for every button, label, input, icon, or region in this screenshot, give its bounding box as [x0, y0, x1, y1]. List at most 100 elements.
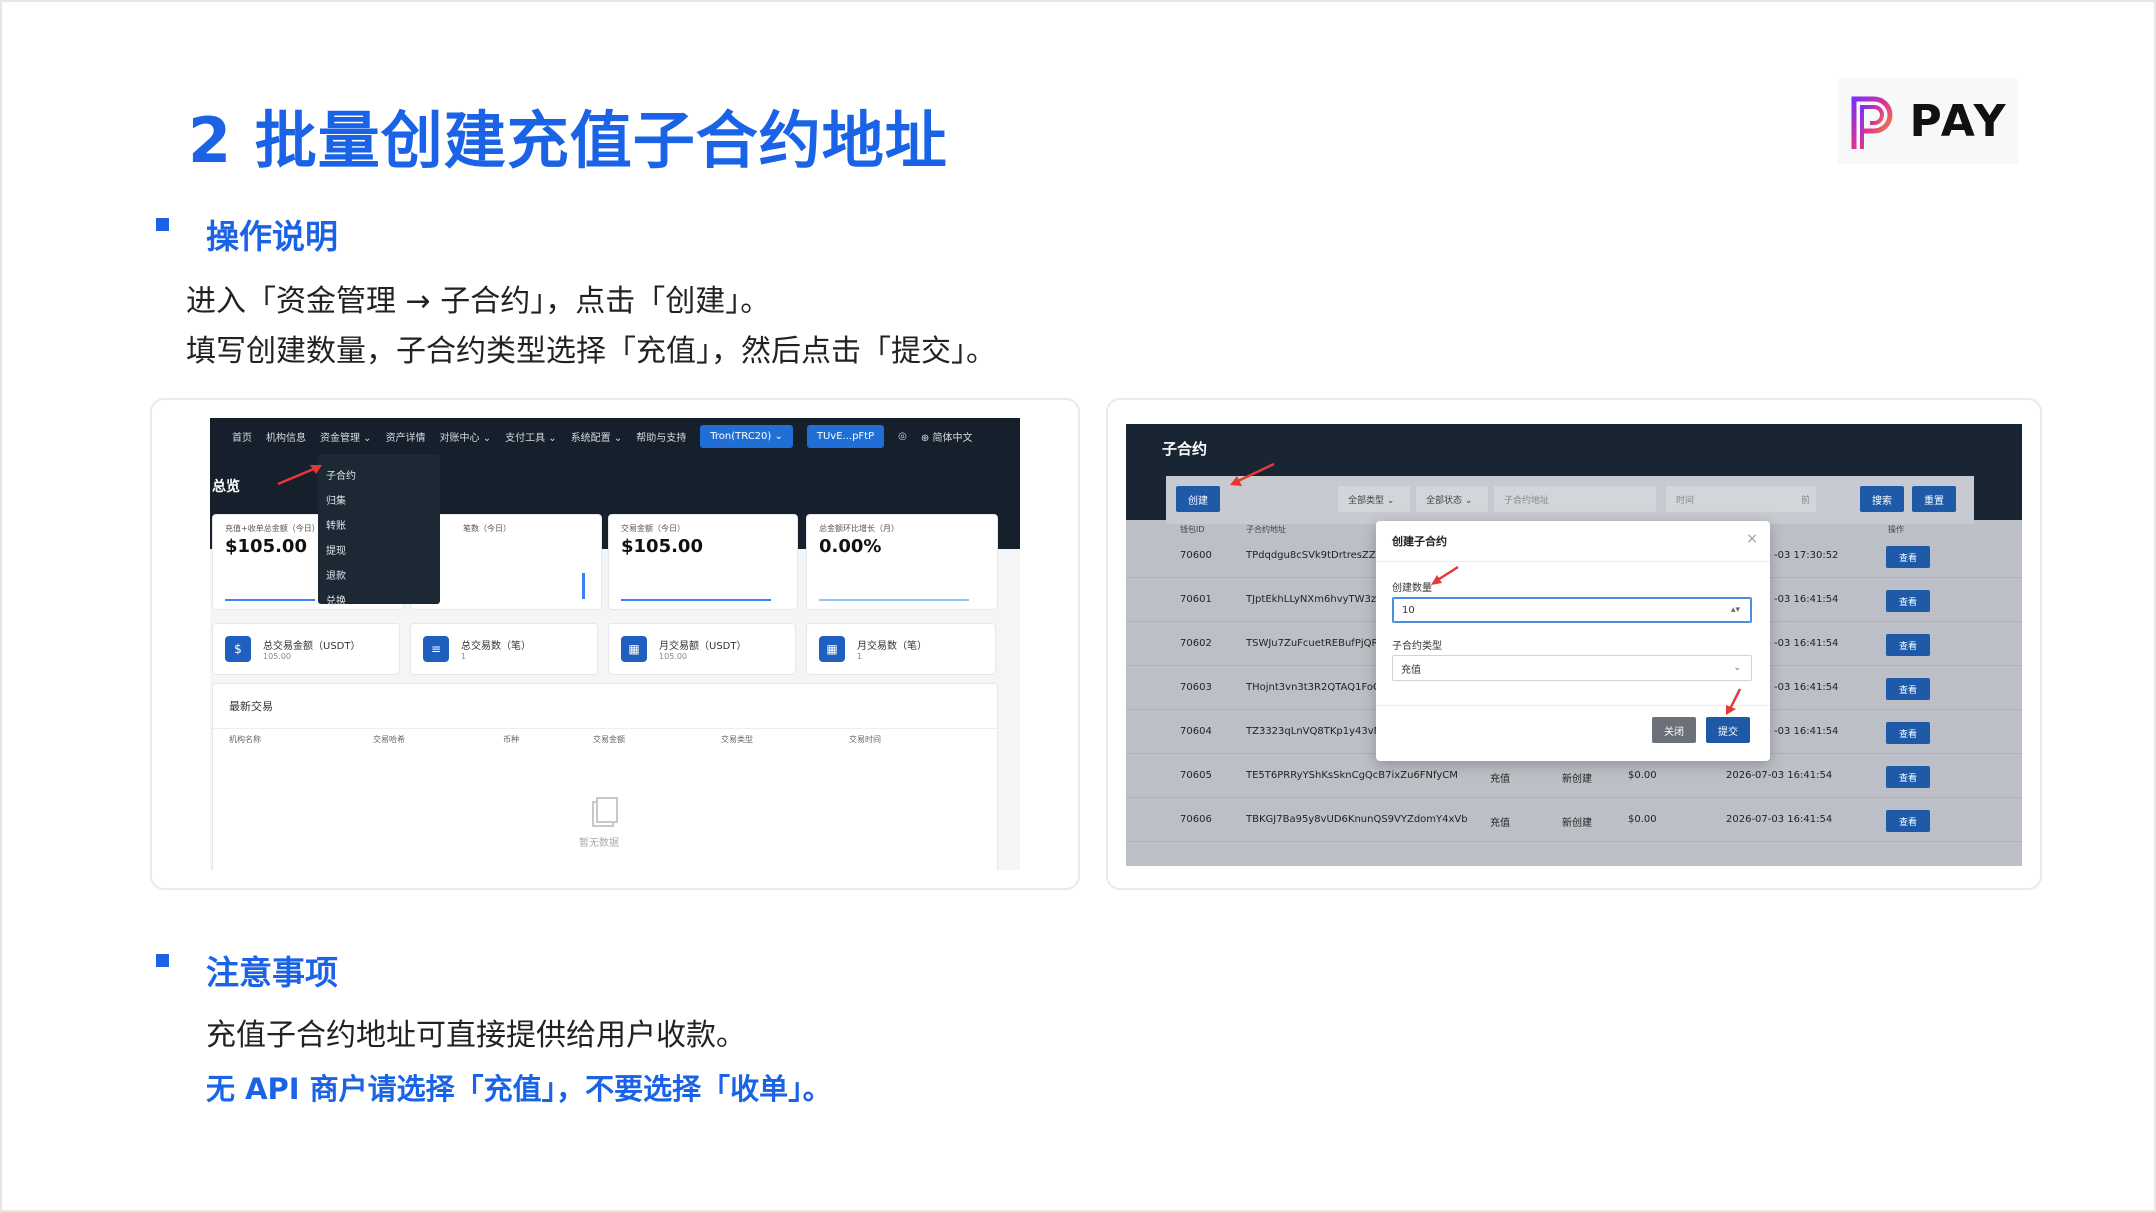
row-type: 充值	[1490, 818, 1510, 829]
col-org: 机构名称	[229, 735, 261, 744]
divider	[1376, 705, 1770, 706]
menu-item-withdraw[interactable]: 提现	[318, 537, 440, 562]
type-filter[interactable]: 全部类型 ⌄	[1338, 486, 1410, 512]
calendar-icon: ▦	[621, 636, 647, 662]
close-icon[interactable]: ×	[1746, 531, 1758, 547]
nav-funds[interactable]: 资金管理 ⌄	[320, 429, 372, 444]
nav-reconcile[interactable]: 对账中心 ⌄	[440, 429, 492, 444]
stat-value: 105.00	[263, 652, 291, 661]
empty-box-icon	[592, 797, 618, 827]
quantity-stepper[interactable]: 10 ▴▾	[1392, 597, 1752, 623]
view-button[interactable]: 查看	[1886, 546, 1930, 568]
row-id: 70605	[1180, 770, 1212, 781]
col-time: 交易时间	[849, 735, 881, 744]
cancel-button[interactable]: 关闭	[1652, 717, 1696, 743]
funds-dropdown: 子合约 归集 转账 提现 退款 兑换	[318, 454, 440, 607]
view-button[interactable]: 查看	[1886, 766, 1930, 788]
col-currency: 币种	[503, 735, 519, 744]
menu-item-refund[interactable]: 退款	[318, 562, 440, 587]
kpi-value: 0.00%	[819, 536, 882, 557]
address-input[interactable]: 子合约地址	[1494, 486, 1656, 512]
view-button[interactable]: 查看	[1886, 678, 1930, 700]
status-filter[interactable]: 全部状态 ⌄	[1416, 486, 1488, 512]
row-time: -03 16:41:54	[1774, 594, 1839, 605]
row-id: 70602	[1180, 638, 1212, 649]
table-row: 70606 TBKGJ7Ba95y8vUD6KnunQS9VYZdomY4xVb…	[1126, 798, 2022, 842]
stack-icon: ≡	[423, 636, 449, 662]
submit-button[interactable]: 提交	[1706, 717, 1750, 743]
row-amount: $0.00	[1628, 814, 1657, 825]
sparkline	[819, 599, 969, 601]
view-button[interactable]: 查看	[1886, 590, 1930, 612]
col-amount: 交易金额	[593, 735, 625, 744]
calendar-check-icon: ▦	[819, 636, 845, 662]
chevron-down-icon: ⌄	[1733, 663, 1741, 673]
page-title: 2 批量创建充值子合约地址	[188, 104, 948, 177]
nav-home[interactable]: 首页	[232, 429, 252, 444]
row-address: TSWJu7ZuFcuetREBufPjQR	[1246, 638, 1379, 649]
section2-heading: 注意事项	[206, 953, 338, 992]
language-label: 简体中文	[932, 432, 973, 444]
row-time: -03 16:41:54	[1774, 638, 1839, 649]
section1-bullet	[156, 218, 169, 231]
row-time: -03 16:41:54	[1774, 726, 1839, 737]
row-id: 70601	[1180, 594, 1212, 605]
nav-system[interactable]: 系统配置 ⌄	[571, 429, 623, 444]
row-time: -03 16:41:54	[1774, 682, 1839, 693]
globe-icon: ⊕	[920, 432, 930, 444]
top-nav: 首页 机构信息 资金管理 ⌄ 资产详情 对账中心 ⌄ 支付工具 ⌄ 系统配置 ⌄…	[210, 418, 1020, 454]
view-button[interactable]: 查看	[1886, 634, 1930, 656]
stat-card-1: $ 总交易金额（USDT） 105.00	[212, 623, 400, 675]
logo-text: PAY	[1909, 95, 2009, 147]
kpi-card-4: 总金额环比增长（月） 0.00%	[806, 514, 998, 610]
menu-item-subcontract[interactable]: 子合约	[318, 462, 440, 487]
view-button[interactable]: 查看	[1886, 722, 1930, 744]
modal-title: 创建子合约	[1392, 535, 1447, 548]
stat-value: 105.00	[659, 652, 687, 661]
row-address: TBKGJ7Ba95y8vUD6KnunQS9VYZdomY4xVb	[1246, 814, 1468, 825]
quantity-label: 创建数量	[1392, 583, 1432, 594]
menu-item-transfer[interactable]: 转账	[318, 512, 440, 537]
section1-line-1: 进入「资金管理 → 子合约」，点击「创建」。	[186, 284, 771, 319]
row-time: 2026-07-03 16:41:54	[1726, 814, 1833, 825]
nav-assets[interactable]: 资产详情	[386, 429, 426, 444]
wallet-button[interactable]: TUvE...pFtP	[806, 424, 885, 448]
red-arrow-icon	[1230, 462, 1275, 486]
time-input[interactable]: 时间 前	[1666, 486, 1816, 512]
type-select[interactable]: 充值 ⌄	[1392, 655, 1752, 681]
menu-item-collect[interactable]: 归集	[318, 487, 440, 512]
stat-card-3: ▦ 月交易额（USDT） 105.00	[608, 623, 796, 675]
nav-org-info[interactable]: 机构信息	[266, 429, 306, 444]
row-status: 新创建	[1562, 818, 1592, 829]
language-switch[interactable]: ⊕ 简体中文	[921, 429, 973, 444]
divider	[213, 728, 997, 729]
pay-logo: PAY	[1838, 78, 2018, 164]
stat-value: 1	[857, 652, 863, 661]
user-icon[interactable]: ◎	[898, 431, 907, 442]
type-label: 子合约类型	[1392, 641, 1442, 652]
row-status: 新创建	[1562, 774, 1592, 785]
reset-button[interactable]: 重置	[1912, 486, 1956, 512]
divider	[1376, 561, 1770, 562]
quantity-value: 10	[1402, 604, 1415, 616]
view-button[interactable]: 查看	[1886, 810, 1930, 832]
row-type: 充值	[1490, 774, 1510, 785]
row-id: 70604	[1180, 726, 1212, 737]
col-hash: 交易哈希	[373, 735, 405, 744]
recent-title: 最新交易	[229, 700, 273, 713]
stat-value: 1	[461, 652, 467, 661]
section2-bullet	[156, 954, 169, 967]
stepper-arrows-icon[interactable]: ▴▾	[1731, 605, 1740, 615]
stat-label: 总交易数（笔）	[461, 641, 531, 652]
red-arrow-icon	[1431, 565, 1459, 585]
menu-item-exchange[interactable]: 兑换	[318, 587, 440, 612]
nav-pay-tools[interactable]: 支付工具 ⌄	[505, 429, 557, 444]
network-button[interactable]: Tron(TRC20) ⌄	[700, 424, 793, 448]
dashboard-screenshot: 首页 机构信息 资金管理 ⌄ 资产详情 对账中心 ⌄ 支付工具 ⌄ 系统配置 ⌄…	[210, 418, 1020, 870]
sparkline	[582, 573, 585, 599]
kpi-label: 总金额环比增长（月）	[819, 524, 899, 533]
search-button[interactable]: 搜索	[1860, 486, 1904, 512]
create-button[interactable]: 创建	[1176, 486, 1220, 512]
nav-help[interactable]: 帮助与支持	[636, 429, 686, 444]
create-subcontract-modal: 创建子合约 × 创建数量 10 ▴▾ 子合约类型 充值 ⌄ 关闭 提交	[1376, 521, 1770, 761]
